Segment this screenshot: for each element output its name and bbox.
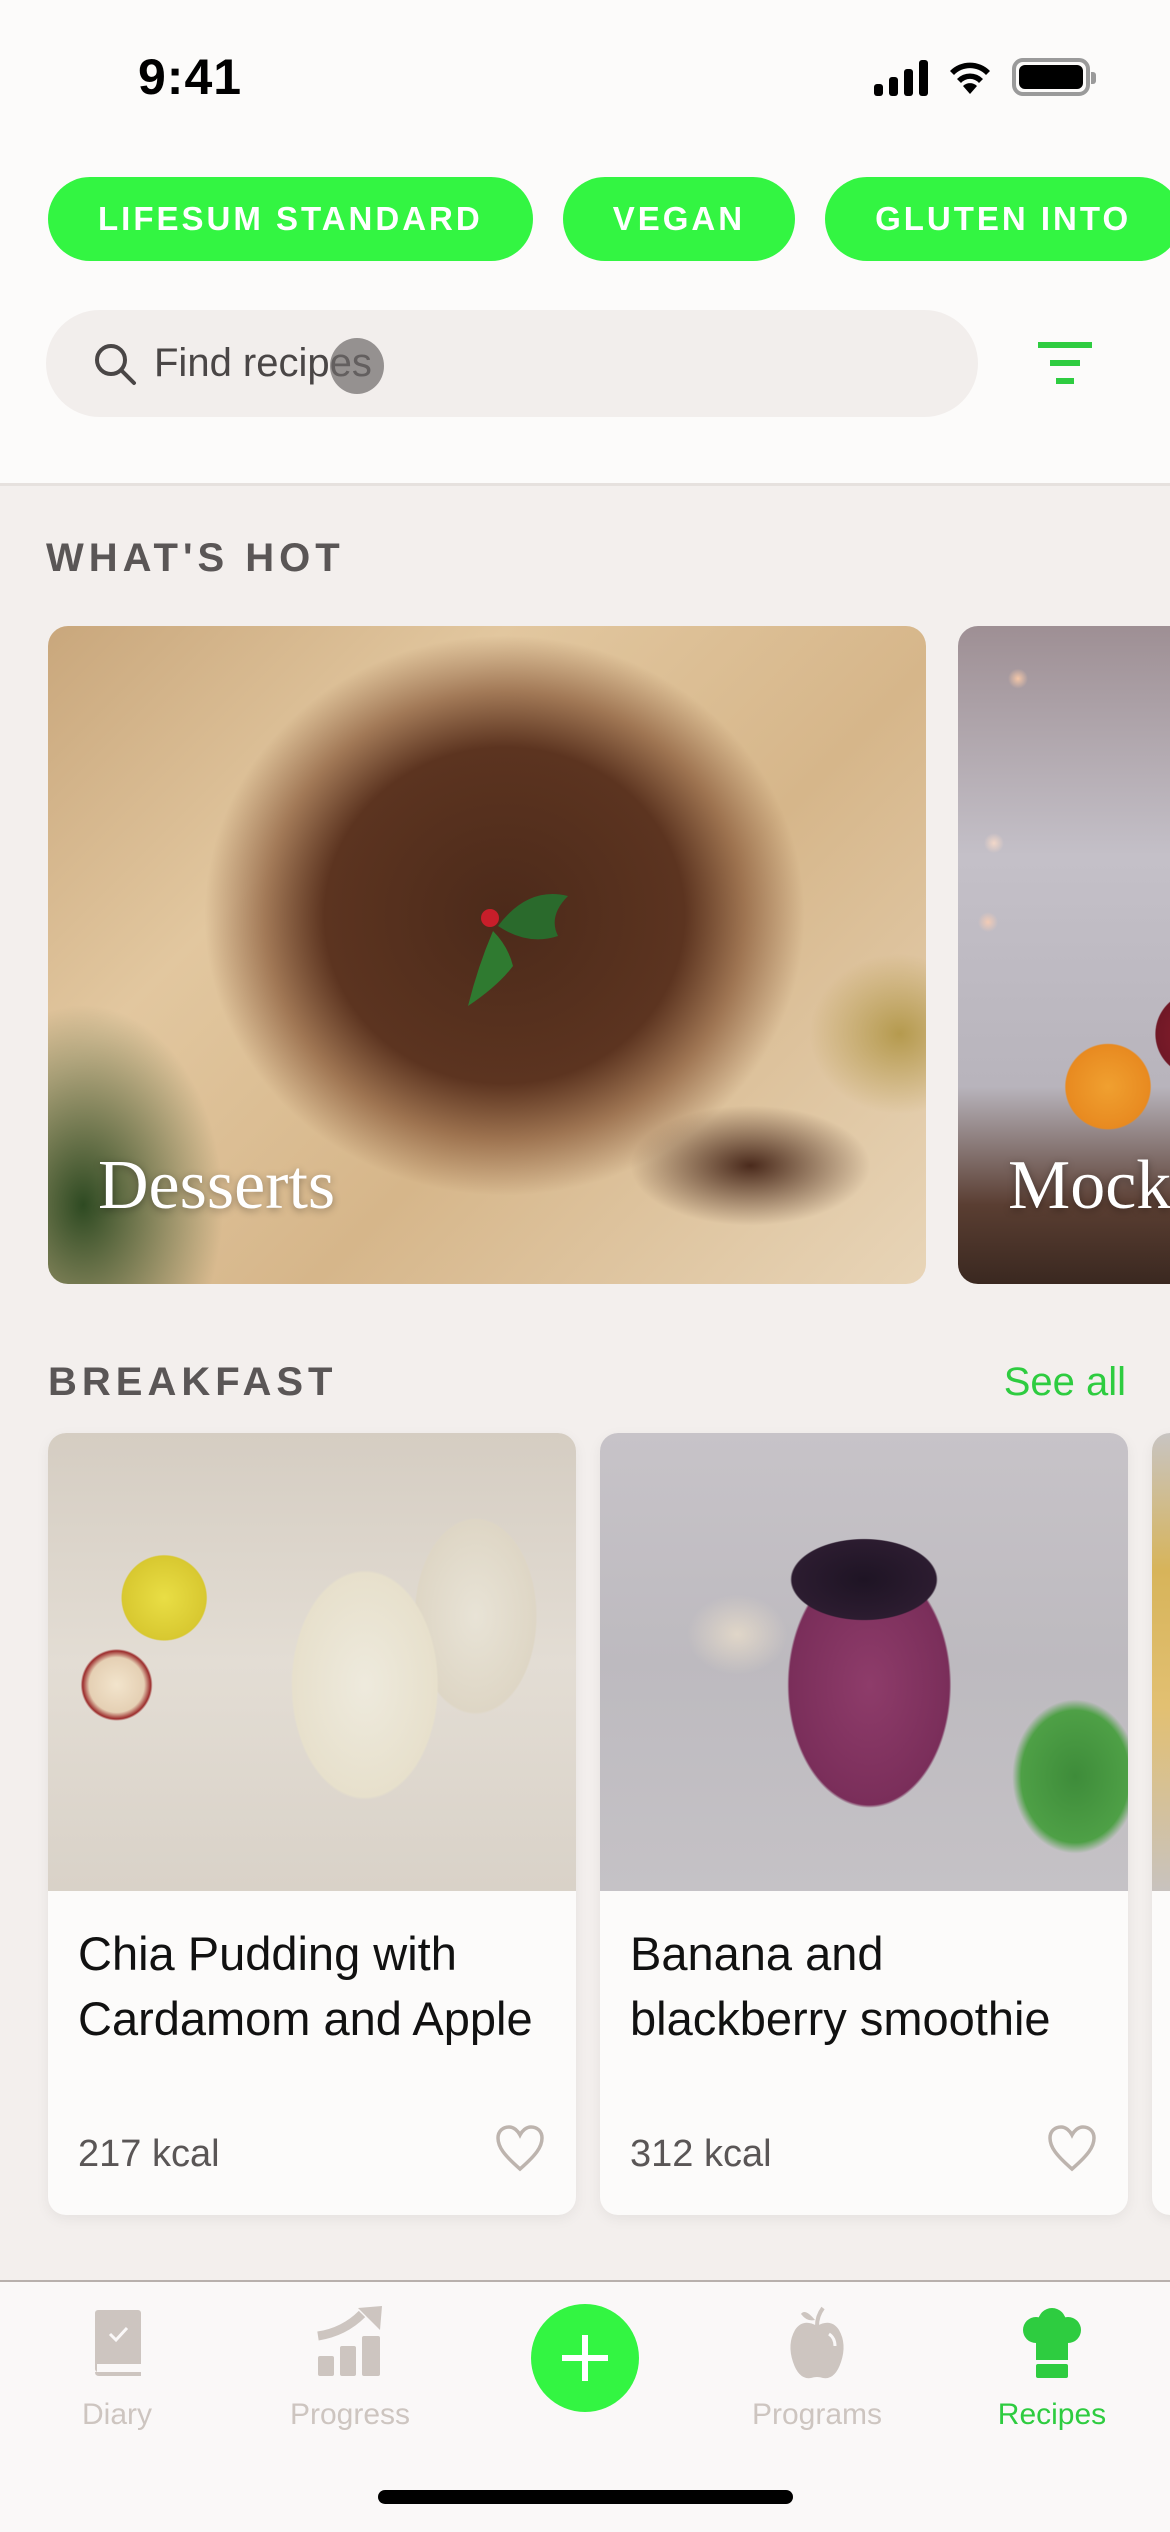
diet-filter-chips: LIFESUM STANDARD VEGAN GLUTEN INTO [48, 177, 1170, 261]
cellular-signal-icon [874, 58, 928, 96]
apple-icon [790, 2306, 844, 2379]
tab-progress[interactable]: Progress [265, 2304, 435, 2432]
filter-icon[interactable] [1030, 330, 1100, 400]
hot-card-label: Desserts [98, 1147, 336, 1224]
recipe-photo [600, 1433, 1128, 1891]
tab-label: Progress [289, 2398, 411, 2431]
diary-book-icon [95, 2310, 141, 2376]
search-icon [95, 343, 136, 385]
header: 9:41 LIFESUM STANDARD VEGAN GLUTEN INTO [0, 0, 1170, 486]
breakfast-title: BREAKFAST [48, 1360, 338, 1404]
search-input[interactable] [154, 341, 854, 386]
tab-label: Recipes [997, 2398, 1107, 2431]
hot-card-mocktails[interactable]: Mock [958, 626, 1170, 1284]
holly-decoration [468, 894, 568, 1006]
whats-hot-title: WHAT'S HOT [46, 536, 345, 580]
chef-hat-icon [1023, 2308, 1081, 2378]
touch-indicator [330, 338, 384, 394]
search-bar[interactable] [46, 310, 978, 417]
chip-lifesum-standard[interactable]: LIFESUM STANDARD [48, 177, 533, 261]
heart-icon[interactable] [1046, 2123, 1098, 2173]
recipe-card[interactable]: Banana and blackberry smoothie 312 kcal [600, 1433, 1128, 2215]
tab-label: Programs [751, 2398, 883, 2431]
status-bar: 9:41 [0, 0, 1170, 150]
recipe-card-partial[interactable] [1152, 1433, 1170, 2215]
recipe-card[interactable]: Chia Pudding with Cardamom and Apple 217… [48, 1433, 576, 2215]
recipe-photo [48, 1433, 576, 1891]
recipe-kcal: 217 kcal [78, 2133, 220, 2175]
recipe-name: Banana and blackberry smoothie [630, 1927, 1051, 2045]
tab-diary[interactable]: Diary [32, 2304, 202, 2432]
chip-vegan[interactable]: VEGAN [562, 177, 796, 261]
chip-gluten-intolerant[interactable]: GLUTEN INTO [825, 177, 1170, 261]
recipe-name: Chia Pudding with Cardamom and Apple [78, 1927, 533, 2045]
tab-programs[interactable]: Programs [732, 2304, 902, 2432]
home-indicator [378, 2490, 793, 2504]
tab-label: Diary [81, 2398, 152, 2431]
recipe-kcal: 312 kcal [630, 2133, 772, 2175]
hot-card-label: Mock [1008, 1147, 1170, 1224]
see-all-link[interactable]: See all [1004, 1360, 1126, 1405]
heart-icon[interactable] [494, 2123, 546, 2173]
battery-icon [1012, 58, 1096, 96]
tab-recipes[interactable]: Recipes [967, 2304, 1137, 2432]
status-time: 9:41 [138, 49, 243, 105]
recipe-photo [1152, 1433, 1170, 1891]
progress-chart-icon [317, 2306, 382, 2376]
hot-card-desserts[interactable]: Desserts [48, 626, 926, 1284]
add-button[interactable] [531, 2304, 639, 2412]
wifi-icon [950, 62, 990, 94]
status-icons [874, 58, 1096, 96]
plus-icon [562, 2335, 608, 2381]
